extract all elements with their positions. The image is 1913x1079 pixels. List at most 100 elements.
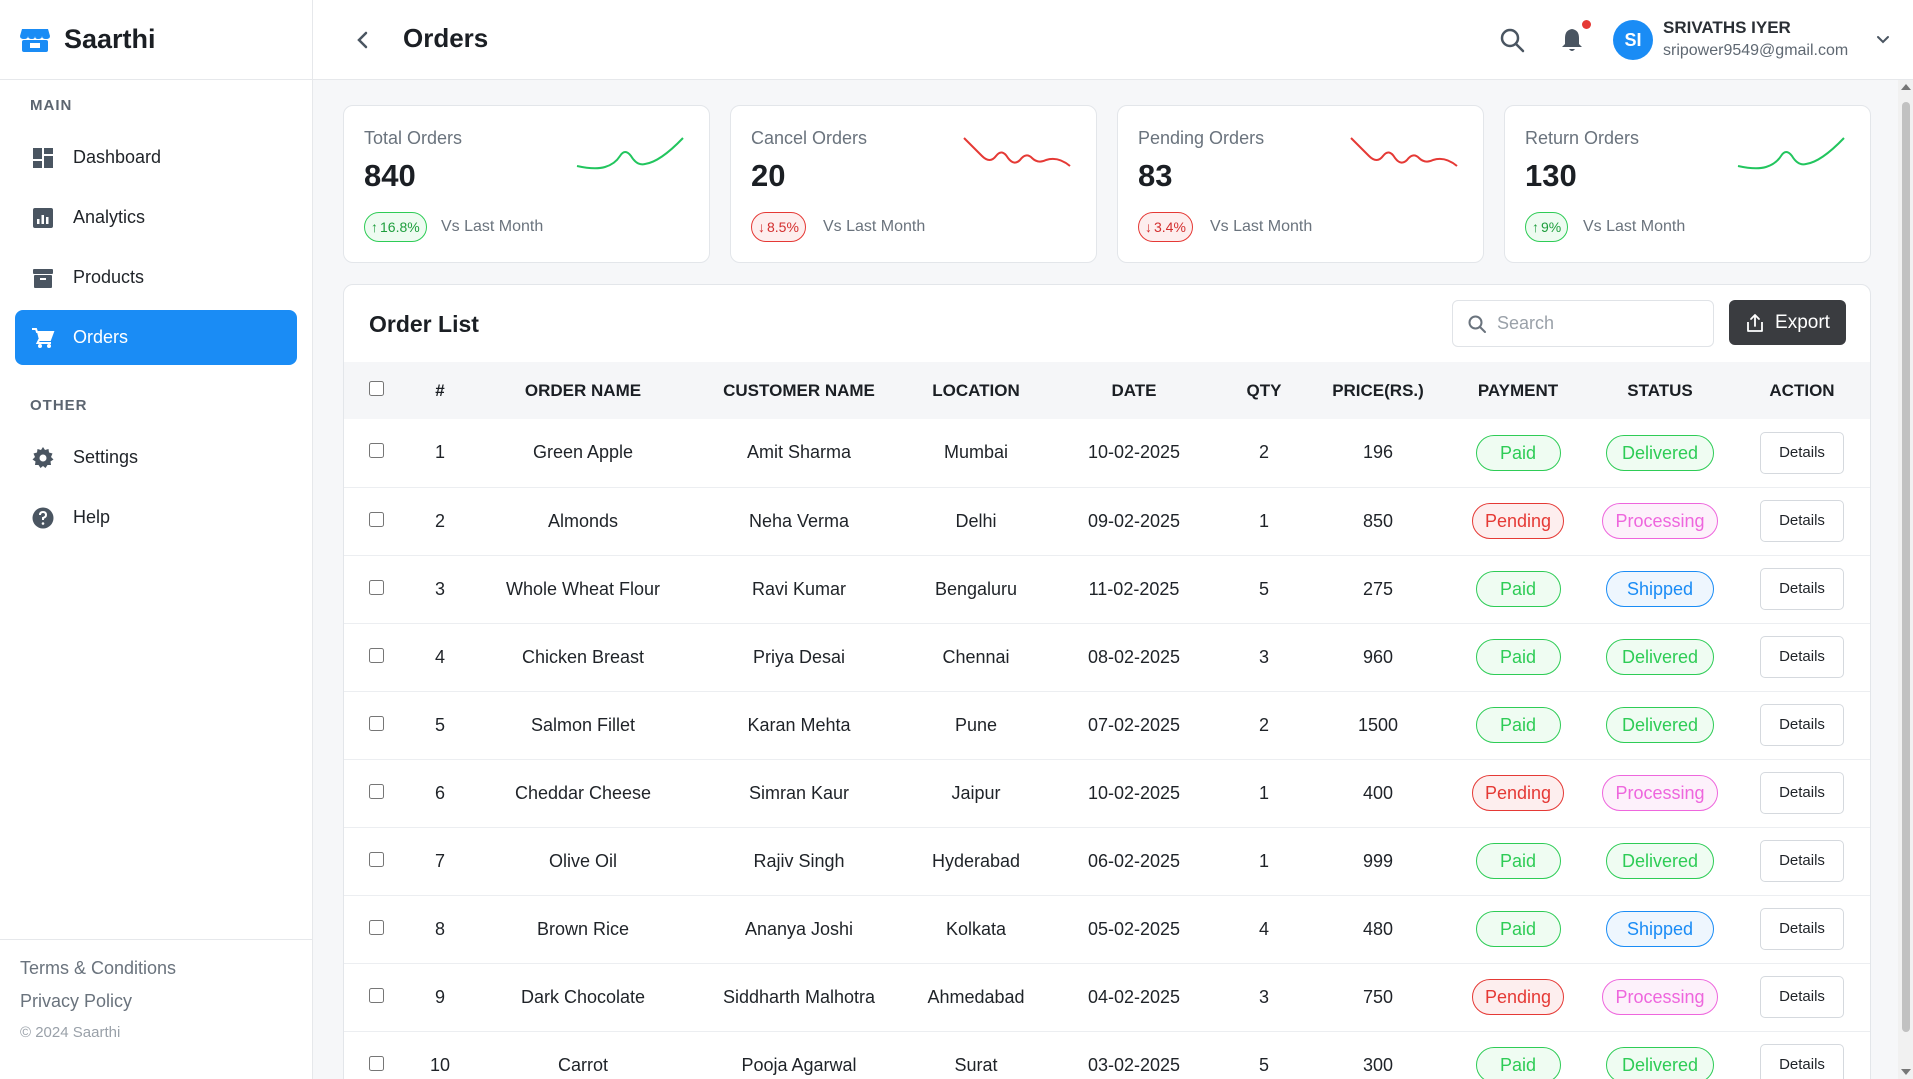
customer-name: Siddharth Malhotra <box>722 986 876 1007</box>
section-label-main: MAIN <box>30 97 73 114</box>
quantity: 3 <box>1258 646 1269 667</box>
row-select-cell <box>344 623 408 691</box>
row-checkbox[interactable] <box>368 511 384 527</box>
payment-cell: Paid <box>1448 827 1588 895</box>
details-button[interactable]: Details <box>1760 840 1844 882</box>
notification-dot <box>1582 20 1591 29</box>
quantity: 5 <box>1258 578 1269 599</box>
payment-cell: Pending <box>1448 963 1588 1031</box>
column-header[interactable]: QTY <box>1220 362 1308 419</box>
column-header[interactable]: CUSTOMER NAME <box>694 362 904 419</box>
column-header[interactable]: DATE <box>1048 362 1220 419</box>
row-checkbox[interactable] <box>368 1055 384 1071</box>
customer-name: Ananya Joshi <box>744 918 854 939</box>
brand[interactable]: Saarthi <box>0 0 312 80</box>
customer-name: Pooja Agarwal <box>741 1054 857 1075</box>
status-badge: Shipped <box>1606 571 1714 607</box>
column-header[interactable]: STATUS <box>1588 362 1732 419</box>
customer-name: Amit Sharma <box>746 442 852 463</box>
select-all-checkbox[interactable] <box>368 380 384 396</box>
order-date: 06-02-2025 <box>1087 850 1181 871</box>
customer-name: Simran Kaur <box>748 782 850 803</box>
stat-card-total-orders: Total Orders 840 ↑ 16.8% Vs Last Month <box>343 105 710 263</box>
order-id: 10 <box>429 1054 451 1075</box>
terms-link[interactable]: Terms & Conditions <box>20 958 293 979</box>
sidebar-item-dashboard[interactable]: Dashboard <box>15 130 297 185</box>
action-cell: Details <box>1732 759 1870 827</box>
details-button[interactable]: Details <box>1760 704 1844 746</box>
location: Chennai <box>942 646 1010 667</box>
sidebar-item-settings[interactable]: Settings <box>15 430 297 485</box>
order-date: 07-02-2025 <box>1087 714 1181 735</box>
row-select-cell <box>344 555 408 623</box>
location: Pune <box>954 714 998 735</box>
payment-cell: Pending <box>1448 759 1588 827</box>
order-date: 05-02-2025 <box>1087 918 1181 939</box>
row-checkbox[interactable] <box>368 851 384 867</box>
search-input[interactable] <box>1497 313 1697 334</box>
row-checkbox[interactable] <box>368 579 384 595</box>
sidebar-item-label: Analytics <box>73 207 146 227</box>
details-button[interactable]: Details <box>1760 636 1844 678</box>
details-button[interactable]: Details <box>1760 772 1844 814</box>
action-cell: Details <box>1732 623 1870 691</box>
column-header[interactable]: PAYMENT <box>1448 362 1588 419</box>
scroll-thumb[interactable] <box>1902 102 1910 1032</box>
row-checkbox[interactable] <box>368 715 384 731</box>
payment-cell: Paid <box>1448 623 1588 691</box>
select-all-cell <box>344 362 408 419</box>
column-header[interactable]: ORDER NAME <box>472 362 694 419</box>
search-box[interactable] <box>1452 300 1714 347</box>
price: 960 <box>1362 646 1394 667</box>
scroll-up-arrow[interactable] <box>1901 84 1911 90</box>
details-button[interactable]: Details <box>1760 431 1844 474</box>
payment-badge: Pending <box>1471 503 1565 539</box>
details-button[interactable]: Details <box>1760 976 1844 1018</box>
order-name: Dark Chocolate <box>520 986 646 1007</box>
order-list-title: Order List <box>369 311 479 337</box>
sidebar-item-help[interactable]: Help <box>15 490 297 545</box>
row-checkbox[interactable] <box>368 443 384 459</box>
quantity: 5 <box>1258 1054 1269 1075</box>
order-id: 4 <box>434 646 445 667</box>
row-checkbox[interactable] <box>368 919 384 935</box>
row-checkbox[interactable] <box>368 987 384 1003</box>
chevron-left-icon[interactable] <box>351 28 375 52</box>
table-row: 3 Whole Wheat Flour Ravi Kumar Bengaluru 11-… <box>344 555 1870 623</box>
status-badge: Delivered <box>1606 707 1714 743</box>
action-cell: Details <box>1732 691 1870 759</box>
export-button[interactable]: Export <box>1729 300 1846 345</box>
sidebar: Saarthi MAIN Dashboard Analytics Product… <box>0 0 313 1079</box>
column-header[interactable]: PRICE(RS.) <box>1308 362 1448 419</box>
scroll-down-arrow[interactable] <box>1901 1069 1911 1075</box>
avatar[interactable]: SI <box>1613 20 1653 60</box>
sidebar-item-orders[interactable]: Orders <box>15 310 297 365</box>
stat-vs-label: Vs Last Month <box>1583 218 1686 235</box>
status-cell: Processing <box>1588 963 1732 1031</box>
privacy-link[interactable]: Privacy Policy <box>20 991 293 1012</box>
bell-icon[interactable] <box>1558 26 1586 54</box>
price: 1500 <box>1357 714 1399 735</box>
chevron-down-icon[interactable] <box>1873 30 1893 50</box>
row-checkbox[interactable] <box>368 783 384 799</box>
price: 999 <box>1362 850 1394 871</box>
order-name: Carrot <box>557 1054 608 1075</box>
details-button[interactable]: Details <box>1760 568 1844 610</box>
payment-cell: Pending <box>1448 487 1588 555</box>
sidebar-item-analytics[interactable]: Analytics <box>15 190 297 245</box>
search-icon[interactable] <box>1498 26 1526 54</box>
row-checkbox[interactable] <box>368 647 384 663</box>
order-date: 10-02-2025 <box>1087 442 1181 463</box>
price: 850 <box>1362 510 1394 531</box>
quantity: 1 <box>1258 510 1269 531</box>
details-button[interactable]: Details <box>1760 500 1844 542</box>
order-date: 09-02-2025 <box>1087 510 1181 531</box>
sidebar-item-products[interactable]: Products <box>15 250 297 305</box>
details-button[interactable]: Details <box>1760 1044 1844 1079</box>
column-header[interactable]: # <box>408 362 472 419</box>
sidebar-item-label: Orders <box>73 327 129 347</box>
stat-value: 130 <box>1525 158 1577 193</box>
column-header[interactable]: LOCATION <box>904 362 1048 419</box>
page-scrollbar[interactable] <box>1898 80 1913 1079</box>
details-button[interactable]: Details <box>1760 908 1844 950</box>
